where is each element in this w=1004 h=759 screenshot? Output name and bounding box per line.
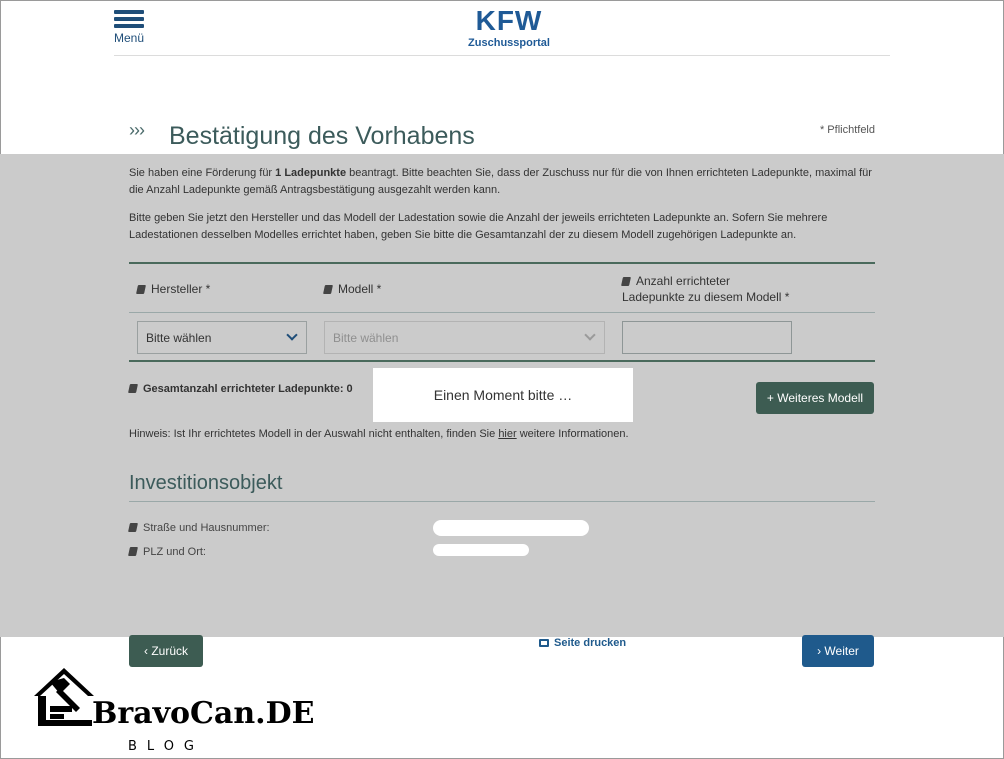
city-label-text: PLZ und Ort: bbox=[143, 546, 206, 558]
loading-message: Einen Moment bitte … bbox=[373, 368, 633, 422]
intro-bold-count: 1 Ladepunkte bbox=[275, 167, 347, 179]
add-model-button[interactable]: + Weiteres Modell bbox=[756, 382, 874, 414]
menu-button[interactable]: Menü bbox=[114, 10, 148, 50]
hint-text-before: Hinweis: Ist Ihr errichtetes Modell in d… bbox=[129, 428, 499, 440]
city-label: PLZ und Ort: bbox=[128, 546, 206, 558]
printer-icon bbox=[539, 639, 549, 647]
logo-mark: KFW bbox=[475, 5, 543, 36]
section-title-investment: Investitionsobjekt bbox=[129, 472, 283, 494]
book-icon bbox=[128, 523, 138, 532]
book-icon bbox=[128, 547, 138, 556]
street-label: Straße und Hausnummer: bbox=[128, 522, 270, 534]
house-hammer-logo-icon bbox=[34, 668, 94, 726]
manufacturer-select-value: Bitte wählen bbox=[146, 331, 212, 345]
kfw-logo[interactable]: KFW Zuschussportal bbox=[464, 6, 554, 50]
column-count-label-line1: Anzahl errichteter bbox=[636, 274, 731, 288]
column-count-label-line2: Ladepunkte zu diesem Modell * bbox=[622, 290, 790, 304]
hamburger-icon bbox=[114, 10, 144, 14]
section-rule bbox=[129, 501, 875, 502]
hint-link[interactable]: hier bbox=[498, 428, 516, 440]
redacted-street-value bbox=[433, 520, 589, 536]
column-model-label: Modell * bbox=[338, 282, 382, 296]
watermark-brand: BravoCan.DE bbox=[92, 696, 315, 731]
column-count: Anzahl errichteter Ladepunkte zu diesem M… bbox=[621, 273, 790, 305]
book-icon bbox=[621, 277, 631, 286]
print-page-link[interactable]: Seite drucken bbox=[539, 637, 626, 649]
menu-label: Menü bbox=[114, 31, 145, 45]
column-model: Modell * bbox=[323, 281, 382, 297]
hint-text-after: weitere Informationen. bbox=[516, 428, 629, 440]
total-charging-points: Gesamtanzahl errichteter Ladepunkte: 0 bbox=[128, 383, 353, 395]
page-title: Bestätigung des Vorhabens bbox=[169, 122, 475, 150]
table-header-rule bbox=[129, 312, 875, 313]
chevron-down-icon bbox=[584, 329, 596, 341]
hint-text: Hinweis: Ist Ihr errichtetes Modell in d… bbox=[129, 428, 629, 440]
table-top-rule bbox=[129, 262, 875, 264]
next-button[interactable]: › Weiter bbox=[802, 635, 874, 667]
bravocan-watermark: BravoCan.DE BLOG bbox=[30, 662, 320, 759]
hamburger-icon-bar bbox=[114, 24, 144, 28]
column-manufacturer: Hersteller * bbox=[136, 281, 211, 297]
intro-paragraph-1: Sie haben eine Förderung für 1 Ladepunkt… bbox=[129, 165, 875, 199]
book-icon bbox=[136, 285, 146, 294]
column-manufacturer-label: Hersteller * bbox=[151, 282, 211, 296]
redacted-city-value bbox=[433, 544, 529, 556]
charging-points-count-input[interactable] bbox=[622, 321, 792, 354]
chevron-down-icon bbox=[286, 329, 298, 341]
intro-text: Sie haben eine Förderung für bbox=[129, 167, 276, 179]
main-content: Sie haben eine Förderung für 1 Ladepunkt… bbox=[128, 154, 875, 637]
street-label-text: Straße und Hausnummer: bbox=[143, 522, 270, 534]
model-select-value: Bitte wählen bbox=[333, 331, 399, 345]
hamburger-icon-bar bbox=[114, 17, 144, 21]
book-icon bbox=[128, 384, 138, 393]
title-row: ››› Bestätigung des Vorhabens * Pflichtf… bbox=[129, 118, 875, 154]
total-charging-points-label: Gesamtanzahl errichteter Ladepunkte: 0 bbox=[143, 383, 353, 395]
required-note: * Pflichtfeld bbox=[819, 124, 875, 136]
chevrons-icon: ››› bbox=[129, 120, 145, 140]
book-icon bbox=[323, 285, 333, 294]
logo-subtitle: Zuschussportal bbox=[468, 37, 550, 49]
top-header: Menü KFW Zuschussportal bbox=[114, 0, 890, 56]
manufacturer-select[interactable]: Bitte wählen bbox=[137, 321, 307, 354]
model-select[interactable]: Bitte wählen bbox=[324, 321, 605, 354]
watermark-tagline: BLOG bbox=[128, 739, 205, 754]
intro-paragraph-2: Bitte geben Sie jetzt den Hersteller und… bbox=[129, 212, 828, 241]
print-page-label: Seite drucken bbox=[554, 637, 627, 649]
table-bottom-rule bbox=[129, 360, 875, 362]
